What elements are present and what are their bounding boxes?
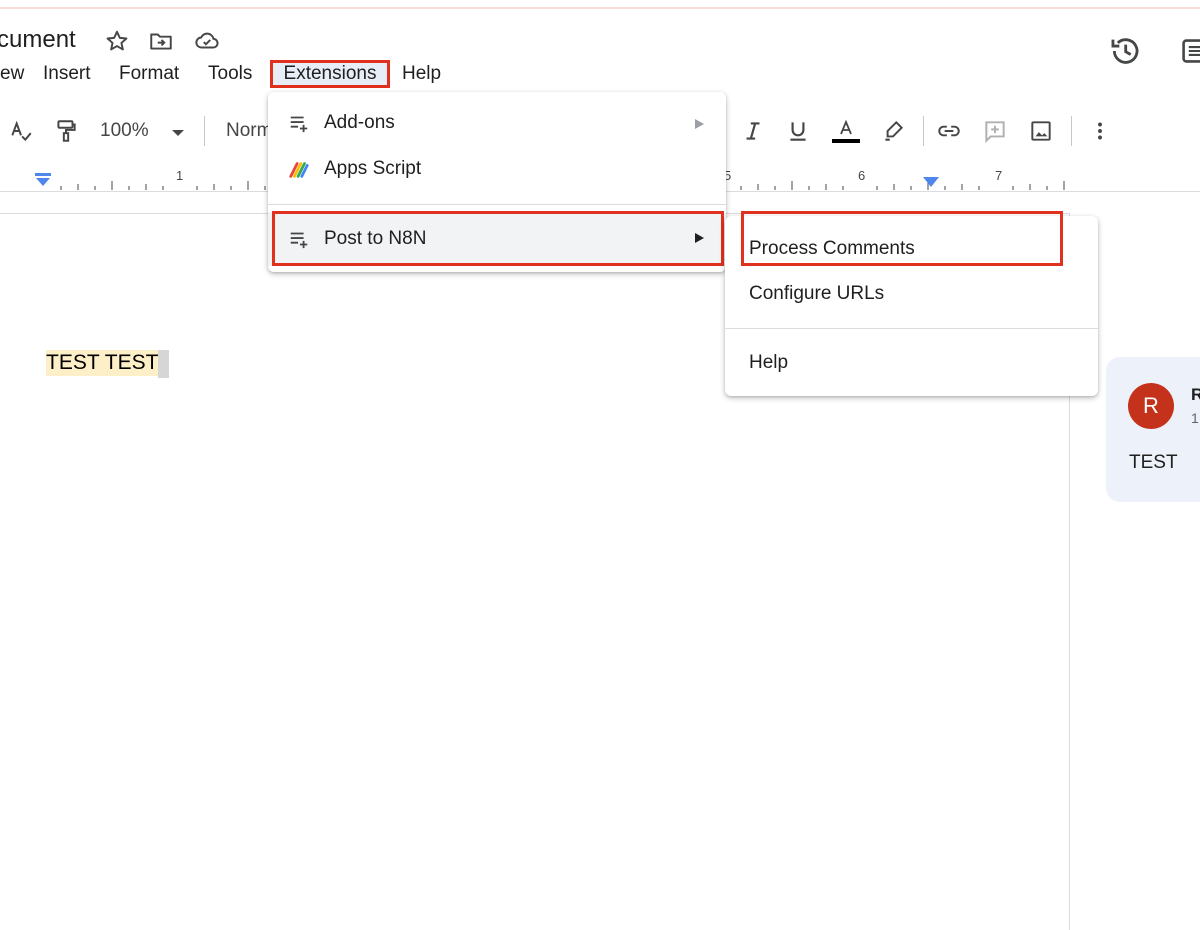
- post-to-n8n-highlight-box: [272, 211, 724, 266]
- paint-format-icon[interactable]: [53, 118, 79, 144]
- submenu-item-configure-urls[interactable]: Configure URLs: [749, 283, 884, 305]
- menu-divider: [725, 328, 1098, 329]
- star-icon[interactable]: [104, 28, 130, 54]
- chevron-down-icon[interactable]: [172, 130, 184, 136]
- comment-text: TEST: [1129, 452, 1178, 473]
- menu-item-label: Apps Script: [324, 158, 422, 179]
- comment-card[interactable]: [1106, 357, 1200, 502]
- menu-item-add-ons[interactable]: Add-ons: [268, 100, 726, 146]
- insert-image-icon[interactable]: [1028, 118, 1054, 144]
- version-history-icon[interactable]: [1108, 34, 1142, 68]
- add-comment-icon[interactable]: [982, 118, 1008, 144]
- ruler-number: 6: [858, 168, 866, 183]
- menu-insert[interactable]: Insert: [39, 60, 95, 88]
- more-options-icon[interactable]: [1087, 118, 1113, 144]
- top-accent-line: [0, 7, 1200, 9]
- toolbar-divider: [923, 116, 924, 146]
- move-to-folder-icon[interactable]: [148, 28, 174, 54]
- menu-divider: [268, 204, 726, 205]
- menu-help[interactable]: Help: [398, 60, 445, 88]
- toolbar-divider: [1071, 116, 1072, 146]
- comment-time: 1: [1191, 410, 1199, 426]
- ruler-number: 7: [995, 168, 1003, 183]
- paragraph-style-select[interactable]: Norm: [226, 120, 272, 142]
- link-icon[interactable]: [936, 118, 962, 144]
- menu-item-label: Add-ons: [324, 112, 395, 133]
- ruler-number: 1: [176, 168, 184, 183]
- menu-tools[interactable]: Tools: [204, 60, 256, 88]
- underline-icon[interactable]: [785, 118, 811, 144]
- toolbar-divider: [204, 116, 205, 146]
- menu-item-apps-script[interactable]: Apps Script: [268, 146, 726, 192]
- spellcheck-icon[interactable]: [8, 118, 34, 144]
- highlight-icon[interactable]: [880, 118, 906, 144]
- menu-extensions[interactable]: Extensions: [270, 60, 390, 88]
- add-ons-icon: [290, 116, 308, 133]
- text-color-icon[interactable]: [830, 118, 862, 144]
- submenu-arrow-icon: [695, 119, 704, 129]
- comment-author: R: [1191, 385, 1200, 404]
- left-indent-marker-icon[interactable]: [34, 172, 52, 188]
- text-selection: [158, 350, 169, 378]
- italic-icon[interactable]: [740, 118, 766, 144]
- document-body-text[interactable]: TEST TEST: [46, 350, 159, 376]
- submenu-item-help[interactable]: Help: [749, 352, 788, 374]
- menu-view[interactable]: ew: [0, 60, 28, 88]
- apps-script-icon: [289, 162, 309, 178]
- right-indent-marker-icon[interactable]: [922, 176, 940, 188]
- avatar: R: [1128, 383, 1174, 429]
- zoom-select[interactable]: 100%: [100, 120, 149, 142]
- document-title[interactable]: cument: [0, 26, 76, 54]
- process-comments-highlight-box: [741, 211, 1063, 266]
- menu-format[interactable]: Format: [115, 60, 183, 88]
- cloud-saved-icon[interactable]: [194, 28, 220, 54]
- comments-panel-icon[interactable]: [1180, 38, 1200, 64]
